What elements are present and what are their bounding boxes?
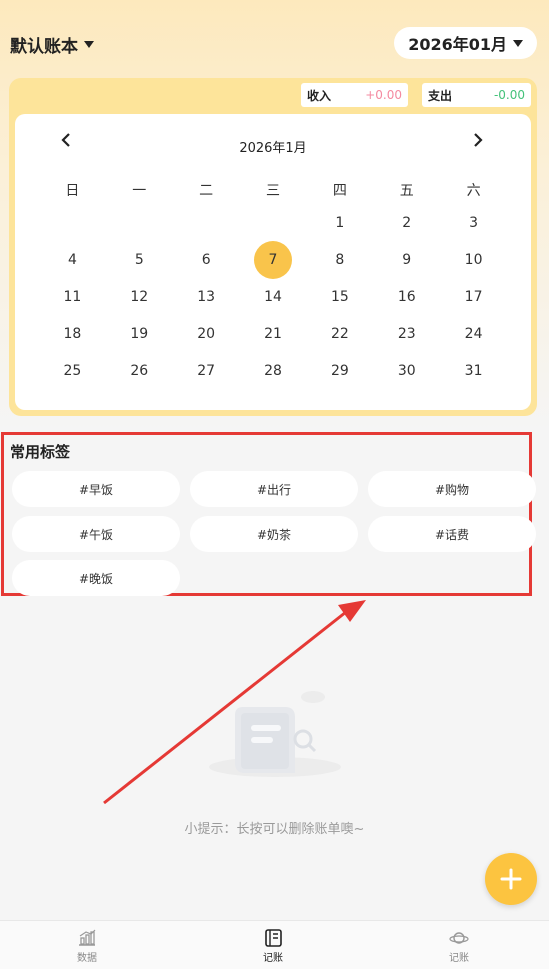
chart-icon [79,929,96,946]
tab-data[interactable]: 数据 [47,929,127,964]
tab-record[interactable]: 记账 [233,929,313,964]
planet-icon [449,932,469,944]
plus-icon [500,868,522,890]
bottom-tab-bar: 数据 记账 记账 [0,920,549,969]
today-label: 7 [268,252,278,268]
tab-planet[interactable]: 记账 [419,929,499,964]
tab-label: 记账 [449,953,469,964]
notebook-icon [265,929,282,947]
tab-label: 记账 [263,953,283,964]
tab-label: 数据 [77,953,97,964]
empty-tip: 小提示：长按可以删除账单噢~ [184,822,365,837]
empty-state-illustration [209,691,341,777]
add-record-button[interactable] [485,853,537,905]
